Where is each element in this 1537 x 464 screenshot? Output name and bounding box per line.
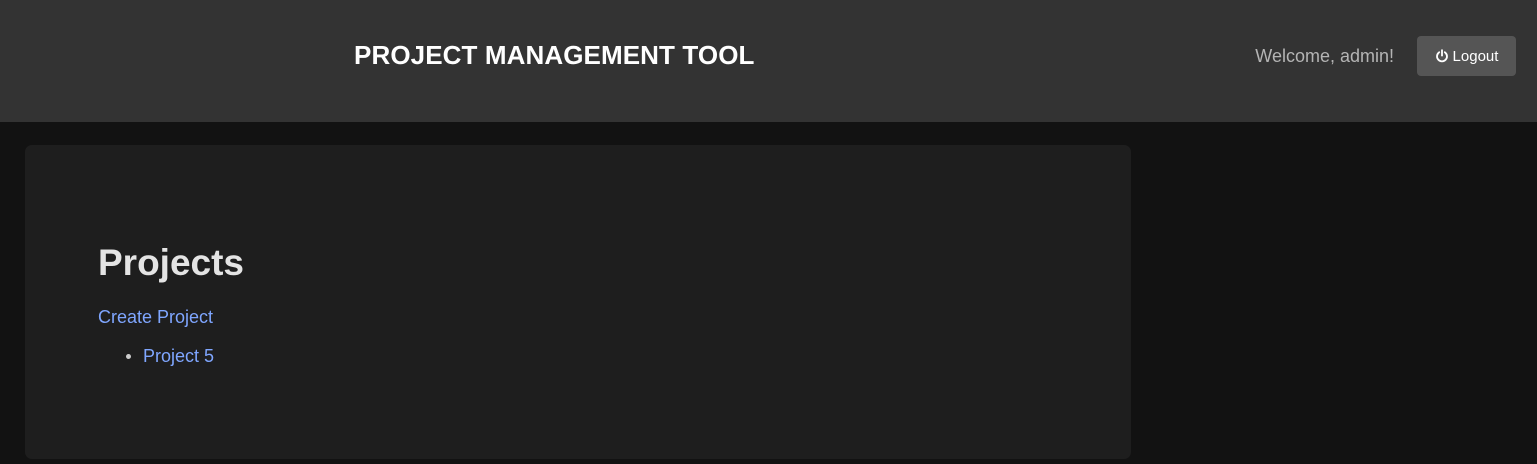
power-icon (1435, 49, 1449, 63)
logout-label: Logout (1452, 47, 1499, 65)
logout-button[interactable]: Logout (1417, 36, 1516, 76)
page-title: Projects (98, 242, 245, 283)
projects-card: Projects Create Project Project 5 (25, 145, 1131, 459)
top-header: PROJECT MANAGEMENT TOOL Welcome, admin! … (0, 0, 1537, 122)
app-title: PROJECT MANAGEMENT TOOL (354, 40, 755, 70)
list-item: Project 5 (125, 345, 214, 367)
project-link[interactable]: Project 5 (143, 346, 214, 366)
project-list: Project 5 (98, 345, 214, 367)
create-project-link[interactable]: Create Project (98, 306, 213, 328)
welcome-message: Welcome, admin! (1255, 46, 1394, 66)
